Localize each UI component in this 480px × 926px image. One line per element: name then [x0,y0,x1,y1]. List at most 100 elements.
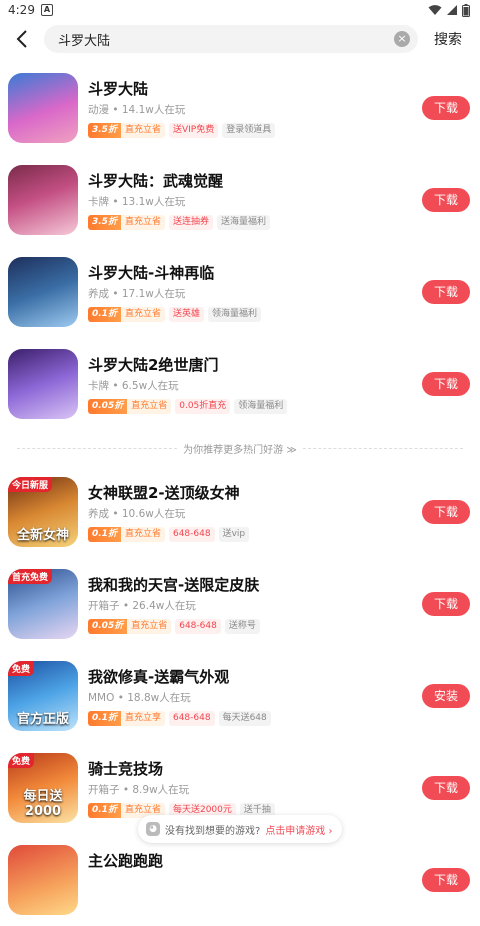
game-tags: 3.5折 直充立省 送连抽券 送海量福利 [88,214,422,230]
benefit-tag: 每天送648 [218,710,271,726]
benefit-tag: 648-648 [168,710,215,726]
corner-badge: 免费 [8,661,35,676]
discount-label: 直充立省 [120,122,165,138]
game-title[interactable]: 斗罗大陆 [88,78,422,100]
search-box[interactable]: × [44,25,418,53]
notification-icon: A [40,4,53,16]
game-title[interactable]: 骑士竞技场 [88,758,422,780]
battery-icon [462,3,470,17]
discount-value: 0.1折 [88,802,121,818]
clear-search-button[interactable]: × [394,31,410,47]
discount-label: 直充立省 [127,398,172,414]
discount-badge: 0.1折 直充立享 [88,710,165,726]
search-input[interactable] [58,31,394,47]
benefit-tag: 送vip [218,526,250,542]
game-tags: 0.1折 直充立享 648-648 每天送648 [88,710,422,726]
download-button[interactable]: 下载 [422,592,470,616]
game-icon[interactable]: 免费 每日送2000 [8,753,78,823]
game-meta: 开箱子 • 8.9w人在玩 [88,784,190,796]
download-button[interactable]: 下载 [422,868,470,892]
corner-badge: 首充免费 [8,569,53,584]
benefit-tag: 登录领道具 [222,122,276,138]
game-meta: 卡牌 • 6.5w人在玩 [88,380,179,392]
benefit-tag: 送称号 [224,618,260,634]
game-meta: MMO • 18.8w人在玩 [88,692,191,704]
download-button[interactable]: 下载 [422,500,470,524]
discount-badge: 0.05折 直充立省 [88,398,172,414]
benefit-tag: 送连抽券 [168,214,213,230]
recommend-label[interactable]: 为你推荐更多热门好游 ≫ [183,441,297,456]
game-list-item[interactable]: 主公跑跑跑 下载 [0,834,480,926]
results-list: 斗罗大陆 动漫 • 14.1w人在玩 3.5折 直充立省 送VIP免费 登录领道… [0,62,480,926]
discount-label: 直充立享 [120,710,165,726]
game-title[interactable]: 女神联盟2-送顶级女神 [88,482,422,504]
game-tags: 0.05折 直充立省 648-648 送称号 [88,618,422,634]
game-info: 我和我的天宫-送限定皮肤 开箱子 • 26.4w人在玩 0.05折 直充立省 6… [88,574,422,634]
request-game-tip[interactable]: ◕ 没有找到想要的游戏? 点击申请游戏 › [138,815,342,843]
icon-caption: 全新女神 [16,528,69,543]
game-info: 斗罗大陆2绝世唐门 卡牌 • 6.5w人在玩 0.05折 直充立省 0.05折直… [88,354,422,414]
game-info: 斗罗大陆-斗神再临 养成 • 17.1w人在玩 0.1折 直充立省 送英雄 领海… [88,262,422,322]
game-list-item[interactable]: 免费 官方正版 我欲修真-送霸气外观 MMO • 18.8w人在玩 0.1折 直… [0,650,480,742]
benefit-tag: 领海量福利 [234,398,288,414]
game-icon[interactable]: 免费 官方正版 [8,661,78,731]
game-info: 我欲修真-送霸气外观 MMO • 18.8w人在玩 0.1折 直充立享 648-… [88,666,422,726]
discount-label: 直充立省 [120,526,165,542]
discount-value: 3.5折 [88,122,121,138]
game-list-item[interactable]: 今日新服 全新女神 女神联盟2-送顶级女神 养成 • 10.6w人在玩 0.1折… [0,466,480,558]
game-title[interactable]: 我欲修真-送霸气外观 [88,666,422,688]
game-list-item[interactable]: 斗罗大陆 动漫 • 14.1w人在玩 3.5折 直充立省 送VIP免费 登录领道… [0,62,480,154]
game-title[interactable]: 斗罗大陆-斗神再临 [88,262,422,284]
divider-line [302,447,463,449]
download-button[interactable]: 下载 [422,372,470,396]
game-title[interactable]: 斗罗大陆：武魂觉醒 [88,170,422,192]
download-button[interactable]: 下载 [422,188,470,212]
discount-badge: 0.1折 直充立省 [88,526,165,542]
download-button[interactable]: 下载 [422,776,470,800]
wifi-icon [428,5,442,15]
benefit-tag: 648-648 [175,618,221,634]
back-arrow-icon [16,30,27,48]
discount-badge: 0.1折 直充立省 [88,306,165,322]
game-list-item[interactable]: 斗罗大陆：武魂觉醒 卡牌 • 13.1w人在玩 3.5折 直充立省 送连抽券 送… [0,154,480,246]
download-button[interactable]: 下载 [422,280,470,304]
game-list-item[interactable]: 斗罗大陆2绝世唐门 卡牌 • 6.5w人在玩 0.05折 直充立省 0.05折直… [0,338,480,430]
discount-badge: 3.5折 直充立省 [88,214,165,230]
discount-value: 0.05折 [88,618,128,634]
recommend-divider: 为你推荐更多热门好游 ≫ [0,430,480,466]
request-game-link[interactable]: 点击申请游戏 › [265,822,332,837]
game-info: 斗罗大陆：武魂觉醒 卡牌 • 13.1w人在玩 3.5折 直充立省 送连抽券 送… [88,170,422,230]
game-icon[interactable]: 今日新服 全新女神 [8,477,78,547]
game-icon[interactable] [8,73,78,143]
game-tags: 0.1折 直充立省 648-648 送vip [88,526,422,542]
game-icon[interactable] [8,165,78,235]
signal-icon [447,5,457,15]
game-icon[interactable] [8,257,78,327]
tip-text: 没有找到想要的游戏? [165,825,261,837]
status-bar: 4:29 A [0,0,480,20]
download-button[interactable]: 安装 [422,684,470,708]
game-title[interactable]: 我和我的天宫-送限定皮肤 [88,574,422,596]
search-button[interactable]: 搜索 [424,29,472,49]
discount-value: 0.05折 [88,398,128,414]
game-info: 骑士竞技场 开箱子 • 8.9w人在玩 0.1折 直充立省 每天送2000元 送… [88,758,422,818]
discount-badge: 3.5折 直充立省 [88,122,165,138]
game-icon[interactable] [8,845,78,915]
download-button[interactable]: 下载 [422,96,470,120]
discount-label: 直充立省 [127,618,172,634]
game-tags: 0.1折 直充立省 送英雄 领海量福利 [88,306,422,322]
game-icon[interactable]: 首充免费 [8,569,78,639]
discount-value: 0.1折 [88,526,121,542]
game-info: 斗罗大陆 动漫 • 14.1w人在玩 3.5折 直充立省 送VIP免费 登录领道… [88,78,422,138]
benefit-tag: 送VIP免费 [168,122,219,138]
back-button[interactable] [8,24,36,54]
icon-caption: 官方正版 [16,712,69,727]
game-list-item[interactable]: 斗罗大陆-斗神再临 养成 • 17.1w人在玩 0.1折 直充立省 送英雄 领海… [0,246,480,338]
game-list-item[interactable]: 首充免费 我和我的天宫-送限定皮肤 开箱子 • 26.4w人在玩 0.05折 直… [0,558,480,650]
game-title[interactable]: 斗罗大陆2绝世唐门 [88,354,422,376]
game-title[interactable]: 主公跑跑跑 [88,850,422,872]
benefit-tag: 送海量福利 [216,214,270,230]
close-icon: × [397,32,407,45]
game-icon[interactable] [8,349,78,419]
discount-value: 0.1折 [88,710,121,726]
